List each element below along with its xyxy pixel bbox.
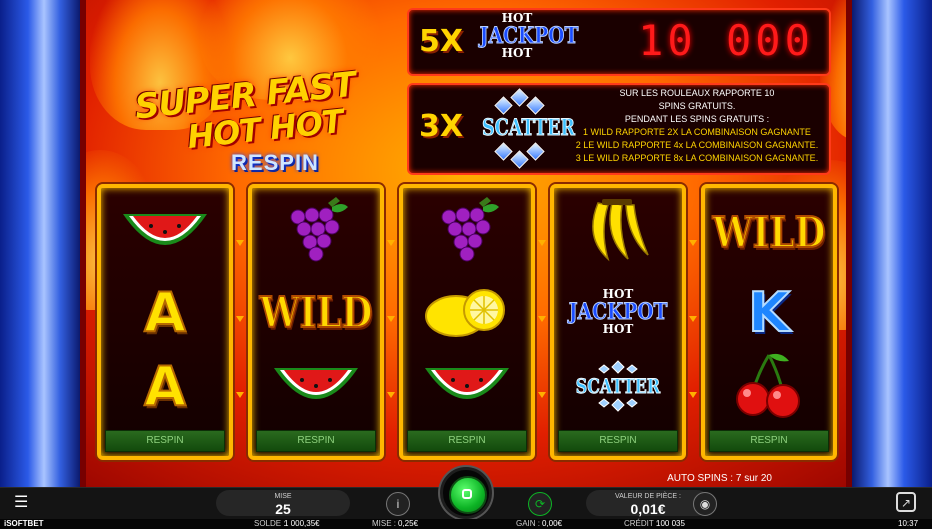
chevron-down-icon — [387, 392, 395, 398]
scatter-word: SCATTER — [575, 374, 661, 399]
symbol-grapes — [252, 192, 380, 272]
watermelon-icon — [274, 368, 358, 399]
symbol-watermelon — [252, 346, 380, 426]
balance-label: SOLDE : — [254, 519, 286, 528]
scatter-panel: 3X SCATTER SUR LES ROULEAUX RAPPORTE 10 … — [407, 83, 831, 175]
watermelon-icon — [425, 368, 509, 399]
reel-1-respin-button[interactable]: RESPIN — [105, 430, 225, 452]
jackpot-multiplier: 5X — [419, 24, 464, 59]
reel-5: WILD K RESPIN — [701, 184, 837, 460]
auto-spins-counter: AUTO SPINS : 7 sur 20 — [667, 473, 772, 484]
scatter-word: SCATTER — [482, 115, 576, 142]
diamond-icon — [494, 96, 513, 115]
jackpot-symbol: HOT JACKPOT HOT — [473, 12, 579, 60]
bet-selector[interactable]: MISE 25 — [216, 490, 350, 517]
status-bet-label: MISE : — [372, 519, 397, 528]
win-value: 0,00€ — [542, 519, 563, 528]
symbol-watermelon — [403, 346, 531, 426]
chevron-down-icon — [236, 240, 244, 246]
lemon-icon — [425, 289, 505, 337]
info-icon[interactable]: i — [386, 492, 410, 516]
coin-value-selector[interactable]: VALEUR DE PIÈCE : 0,01€ — [586, 490, 710, 517]
rule-line-1: SUR LES ROULEAUX RAPPORTE 10 — [619, 88, 775, 98]
diamond-icon — [598, 398, 638, 412]
reel-4: HOT JACKPOT HOT SCATTER RESPIN — [550, 184, 686, 460]
spin-core[interactable] — [449, 476, 487, 514]
brand-label: iSOFTBET — [4, 519, 44, 528]
diamond-icon — [510, 150, 529, 169]
scatter-symbol: SCATTER — [473, 88, 576, 169]
symbol-cherries — [705, 346, 833, 426]
status-bar: iSOFTBET SOLDE : 1 000,35€ MISE : 0,25€ … — [0, 519, 932, 529]
chevron-down-icon — [236, 392, 244, 398]
rule-line-4: 1 WILD RAPPORTE 2X LA COMBINAISON GAGNAN… — [583, 127, 811, 137]
chevron-down-icon — [689, 392, 697, 398]
clock: 10:37 — [898, 519, 919, 528]
symbol-wild: WILD — [712, 207, 827, 258]
jackpot-panel: 5X HOT JACKPOT HOT 10 000 — [407, 8, 831, 76]
chevron-down-icon — [689, 316, 697, 322]
balance-value: 1 000,35€ — [284, 519, 320, 528]
reel-3: RESPIN — [399, 184, 535, 460]
diamond-icon — [526, 142, 545, 161]
coin-value: 0,01€ — [630, 501, 666, 517]
diamond-icon — [526, 96, 545, 115]
chevron-down-icon — [689, 240, 697, 246]
symbol-a: A — [143, 354, 187, 419]
left-cabinet-edge — [0, 0, 86, 487]
scatter-rules: SUR LES ROULEAUX RAPPORTE 10 SPINS GRATU… — [571, 87, 823, 165]
symbol-lemon — [403, 272, 531, 352]
symbol-a: A — [143, 280, 187, 345]
diamond-icon — [598, 360, 638, 374]
bet-value: 25 — [275, 501, 291, 517]
credit-value: 100 035 — [656, 519, 685, 528]
chevron-down-icon — [387, 240, 395, 246]
symbol-k: K — [747, 280, 791, 345]
spin-stop-button[interactable] — [440, 467, 492, 519]
exit-icon[interactable]: ↗ — [896, 492, 916, 512]
credit-label: CRÉDIT : — [624, 519, 659, 528]
jackpot-word: JACKPOT — [479, 23, 579, 49]
game-logo: SUPER FAST HOT HOT RESPIN — [115, 65, 375, 180]
coins-icon[interactable]: ◉ — [693, 492, 717, 516]
chevron-down-icon — [538, 392, 546, 398]
scatter-multiplier: 3X — [419, 109, 464, 144]
rule-line-2: SPINS GRATUITS. — [658, 101, 736, 111]
rule-line-6: 3 LE WILD RAPPORTE 8x LA COMBINAISON GAG… — [575, 153, 819, 163]
chevron-down-icon — [387, 316, 395, 322]
status-bet-value: 0,25€ — [398, 519, 419, 528]
grapes-icon — [290, 197, 348, 262]
jackpot-word: JACKPOT — [568, 299, 668, 325]
reel-1: A A RESPIN — [97, 184, 233, 460]
rule-line-3: PENDANT LES SPINS GRATUITS : — [624, 114, 770, 124]
right-cabinet-edge — [846, 0, 932, 487]
chevron-down-icon — [538, 240, 546, 246]
chevron-down-icon — [236, 316, 244, 322]
reel-3-respin-button[interactable]: RESPIN — [407, 430, 527, 452]
reel-2: WILD RESPIN — [248, 184, 384, 460]
win-label: GAIN : — [516, 519, 541, 528]
symbol-wild: WILD — [259, 287, 374, 338]
chevron-down-icon — [538, 316, 546, 322]
reel-2-respin-button[interactable]: RESPIN — [256, 430, 376, 452]
menu-icon[interactable]: ☰ — [14, 494, 36, 514]
stop-spin-icon — [462, 489, 472, 499]
banana-icon — [592, 199, 649, 262]
grapes-icon — [441, 197, 499, 262]
coin-value-label: VALEUR DE PIÈCE : — [614, 493, 681, 500]
symbol-watermelon — [101, 192, 229, 272]
symbol-jackpot: HOT JACKPOT HOT — [554, 272, 682, 352]
bet-label: MISE — [274, 493, 292, 500]
autoplay-icon[interactable]: ⟳ — [528, 492, 552, 516]
rule-line-5: 2 LE WILD RAPPORTE 4x LA COMBINAISON GAG… — [575, 140, 819, 150]
symbol-scatter: SCATTER — [554, 346, 682, 426]
cherries-icon — [736, 353, 800, 418]
symbol-grapes — [403, 192, 531, 272]
symbol-banana — [554, 192, 682, 272]
jackpot-amount: 10 000 — [638, 16, 814, 65]
watermelon-icon — [123, 214, 207, 245]
reel-5-respin-button[interactable]: RESPIN — [709, 430, 829, 452]
reel-4-respin-button[interactable]: RESPIN — [558, 430, 678, 452]
